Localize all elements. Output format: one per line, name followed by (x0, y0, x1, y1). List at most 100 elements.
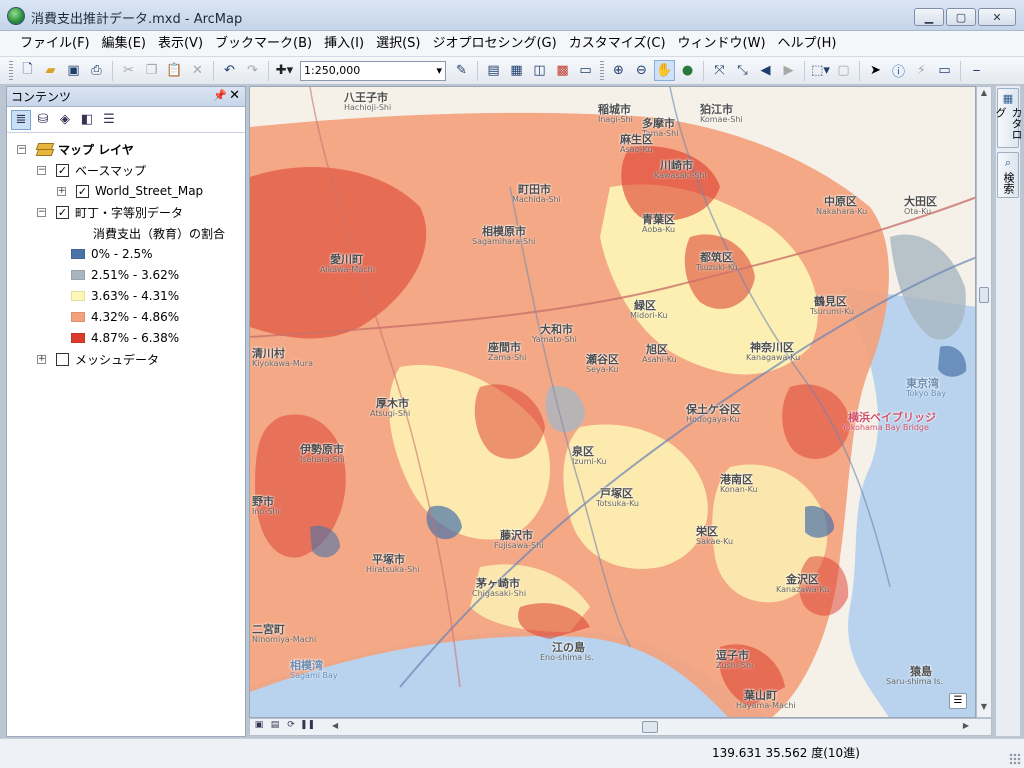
tree-row-world-street-map[interactable]: + ✓ World_Street_Map (57, 181, 203, 201)
print-icon[interactable]: ⎙ (86, 60, 107, 81)
scroll-down-icon[interactable]: ▼ (977, 702, 991, 716)
paste-icon[interactable]: 📋 (164, 60, 185, 81)
menu-selection[interactable]: 選択(S) (370, 31, 426, 57)
map-tips-icon[interactable]: ☰ (949, 693, 967, 709)
legend-class-1[interactable]: 0% - 2.5% (71, 244, 152, 264)
options-icon[interactable]: ☰ (99, 110, 119, 130)
toolbar-grip[interactable] (9, 60, 13, 81)
pan-hand-icon[interactable]: ✋ (654, 60, 675, 81)
refresh-icon[interactable]: ⟳ (284, 720, 298, 734)
legend-class-2[interactable]: 2.51% - 3.62% (71, 265, 179, 285)
toc-title: コンテンツ (11, 90, 72, 104)
catalog-icon[interactable]: ▦ (506, 60, 527, 81)
mesh-layer-checkbox[interactable] (56, 352, 69, 366)
fixed-zoom-in-icon[interactable]: ⤧ (709, 60, 730, 81)
close-icon[interactable]: ✕ (229, 88, 240, 103)
menu-customize[interactable]: カスタマイズ(C) (563, 31, 672, 57)
redo-icon[interactable]: ↷ (242, 60, 263, 81)
pause-drawing-icon[interactable]: ❚❚ (300, 720, 315, 734)
scroll-up-icon[interactable]: ▲ (977, 88, 991, 102)
tree-row-data-layer[interactable]: − ✓ 町丁・字等別データ (37, 202, 183, 222)
arctoolbox-icon[interactable]: ▩ (552, 60, 573, 81)
data-layer-checkbox[interactable]: ✓ (56, 205, 69, 219)
catalog-tab[interactable]: ▦ カタログ (994, 88, 1023, 148)
vertical-scroll-thumb[interactable] (979, 287, 989, 303)
search-window-icon[interactable]: ◫ (529, 60, 550, 81)
list-by-visibility-icon[interactable]: ◈ (55, 110, 75, 130)
legend-class-4[interactable]: 4.32% - 4.86% (71, 307, 179, 327)
title-bar: 消費支出推計データ.mxd - ArcMap ▁ ▢ ✕ (0, 0, 1024, 31)
menu-help[interactable]: ヘルプ(H) (772, 31, 843, 57)
open-folder-icon[interactable]: ▰ (40, 60, 61, 81)
select-features-icon[interactable]: ⬚▾ (810, 60, 831, 81)
menu-windows[interactable]: ウィンドウ(W) (672, 31, 772, 57)
collapse-icon[interactable]: − (37, 165, 46, 175)
back-arrow-icon[interactable]: ◀ (755, 60, 776, 81)
add-data-icon[interactable]: ✚▾ (274, 60, 295, 81)
basemap-checkbox[interactable]: ✓ (56, 163, 69, 177)
editor-toolbar-icon[interactable]: ✎ (451, 60, 472, 81)
world-street-map-label: World_Street_Map (95, 184, 204, 198)
clear-selection-icon[interactable]: ▢ (833, 60, 854, 81)
fixed-zoom-out-icon[interactable]: ⤡ (732, 60, 753, 81)
tree-row-mesh-layer[interactable]: + メッシュデータ (37, 349, 159, 369)
menu-bookmarks[interactable]: ブックマーク(B) (209, 31, 318, 57)
list-by-selection-icon[interactable]: ◧ (77, 110, 97, 130)
measure-icon[interactable]: ⎯ (966, 60, 987, 81)
menu-edit[interactable]: 編集(E) (96, 31, 152, 57)
delete-icon[interactable]: ✕ (187, 60, 208, 81)
menu-view[interactable]: 表示(V) (152, 31, 209, 57)
python-window-icon[interactable]: ▭ (575, 60, 596, 81)
identify-info-icon[interactable]: ⓘ (888, 60, 909, 81)
scroll-left-icon[interactable]: ◀ (332, 721, 338, 730)
map-horizontal-scrollbar[interactable]: ▣ ▤ ⟳ ❚❚ ◀ ▶ (249, 718, 992, 736)
tree-row-map-layers[interactable]: − マップ レイヤ (17, 139, 134, 159)
zoom-out-icon[interactable]: ⊖ (631, 60, 652, 81)
map-display[interactable]: 八王子市 Hachioji-Shi 多摩市 Tama-Shi 稲城市 Inagi… (249, 86, 976, 718)
legend-class-3[interactable]: 3.63% - 4.31% (71, 286, 179, 306)
collapse-icon[interactable]: − (17, 144, 26, 154)
expand-icon[interactable]: + (37, 354, 46, 364)
close-icon: ✕ (992, 10, 1002, 24)
full-extent-globe-icon[interactable]: ● (677, 60, 698, 81)
html-popup-icon[interactable]: ▭ (934, 60, 955, 81)
zoom-in-icon[interactable]: ⊕ (608, 60, 629, 81)
horizontal-scroll-thumb[interactable] (642, 721, 658, 733)
list-by-source-icon[interactable]: ⛁ (33, 110, 53, 130)
menu-file[interactable]: ファイル(F) (14, 31, 96, 57)
layout-view-icon[interactable]: ▤ (268, 720, 282, 734)
collapse-icon[interactable]: − (37, 207, 46, 217)
map-sublabel-fujisawa: Fujisawa-Shi (494, 541, 544, 550)
hyperlink-icon[interactable]: ⚡ (911, 60, 932, 81)
list-by-drawing-order-icon[interactable]: ≣ (11, 109, 31, 130)
data-view-icon[interactable]: ▣ (252, 720, 266, 734)
search-tab[interactable]: ⌕ 検索 (997, 152, 1019, 198)
table-of-contents-icon[interactable]: ▤ (483, 60, 504, 81)
world-street-map-checkbox[interactable]: ✓ (76, 184, 89, 198)
close-button[interactable]: ✕ (978, 8, 1016, 26)
expand-icon[interactable]: + (57, 186, 66, 196)
cut-icon[interactable]: ✂ (118, 60, 139, 81)
menu-insert[interactable]: 挿入(I) (318, 31, 370, 57)
tree-row-basemap-group[interactable]: − ✓ ベースマップ (37, 160, 146, 180)
copy-icon[interactable]: ❐ (141, 60, 162, 81)
forward-arrow-icon[interactable]: ▶ (778, 60, 799, 81)
maximize-button[interactable]: ▢ (946, 8, 976, 26)
map-sublabel-ino: Ino-Shi (252, 507, 280, 516)
map-vertical-scrollbar[interactable]: ▲ ▼ (976, 86, 992, 718)
resize-grip[interactable] (1009, 753, 1021, 765)
undo-icon[interactable]: ↶ (219, 60, 240, 81)
new-document-icon[interactable]: 🗋 (17, 60, 38, 81)
minimize-button[interactable]: ▁ (914, 8, 944, 26)
legend-class-5[interactable]: 4.87% - 6.38% (71, 328, 179, 348)
legend-class-label: 4.87% - 6.38% (91, 331, 180, 345)
menu-geoprocessing[interactable]: ジオプロセシング(G) (426, 31, 562, 57)
map-scale-combobox[interactable]: 1:250,000 ▾ (300, 60, 446, 81)
map-sublabel-kawasaki: Kawasaki-Shi (654, 171, 707, 180)
map-sublabel-komae: Komae-Shi (700, 115, 743, 124)
pin-icon[interactable]: 📌 (213, 89, 227, 102)
scroll-right-icon[interactable]: ▶ (963, 721, 969, 730)
toolbar-grip-2[interactable] (600, 60, 604, 81)
select-elements-arrow-icon[interactable]: ➤ (865, 60, 886, 81)
save-icon[interactable]: ▣ (63, 60, 84, 81)
